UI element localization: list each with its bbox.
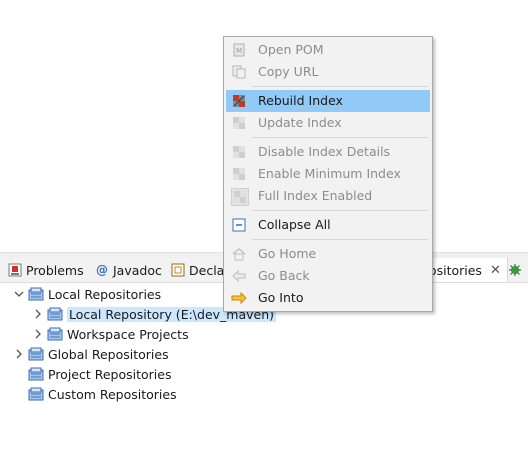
- tab-label: Problems: [26, 262, 84, 278]
- minimum-index-icon: [231, 166, 247, 182]
- collapse-all-icon: [231, 217, 247, 233]
- menu-item-copy-url[interactable]: Copy URL: [226, 61, 430, 83]
- at-icon: @: [96, 263, 108, 277]
- repository-icon: [28, 287, 44, 301]
- menu-item-go-back[interactable]: Go Back: [226, 265, 430, 287]
- repository-icon: [28, 387, 44, 401]
- tree-label: Workspace Projects: [67, 326, 189, 342]
- menu-item-label: Enable Minimum Index: [258, 166, 401, 181]
- repository-icon: [28, 367, 44, 381]
- tab-problems[interactable]: Problems: [8, 258, 84, 282]
- menu-item-update-index[interactable]: Update Index: [226, 112, 430, 134]
- menu-item-full-index-enabled[interactable]: Full Index Enabled: [226, 185, 430, 207]
- menu-item-go-into[interactable]: Go Into: [226, 287, 430, 309]
- menu-item-enable-minimum-index[interactable]: Enable Minimum Index: [226, 163, 430, 185]
- tree-row-workspace-projects[interactable]: Workspace Projects: [31, 324, 189, 344]
- update-index-icon: [231, 115, 247, 131]
- menu-item-collapse-all[interactable]: Collapse All: [226, 214, 430, 236]
- tab-label: Javadoc: [113, 262, 162, 278]
- tree-label: Global Repositories: [48, 346, 169, 362]
- menu-separator: [252, 137, 428, 138]
- menu-item-disable-index-details[interactable]: Disable Index Details: [226, 141, 430, 163]
- repository-icon: [47, 307, 63, 321]
- chevron-right-icon[interactable]: [12, 347, 26, 361]
- menu-item-label: Go Back: [258, 268, 310, 283]
- menu-item-label: Open POM: [258, 42, 324, 57]
- context-menu: M Open POM Copy URL Rebuild Index Update…: [223, 36, 433, 312]
- menu-separator: [252, 86, 428, 87]
- problems-icon: [8, 263, 22, 277]
- tree-label: Project Repositories: [48, 366, 172, 382]
- menu-item-open-pom[interactable]: M Open POM: [226, 39, 430, 61]
- go-into-arrow-icon: [231, 290, 247, 306]
- copy-icon: [231, 64, 247, 80]
- tree-label: Local Repositories: [48, 286, 162, 302]
- tree-row-project-repositories[interactable]: Project Repositories: [26, 364, 172, 384]
- menu-item-label: Disable Index Details: [258, 144, 391, 159]
- tab-debug[interactable]: [508, 258, 522, 282]
- home-icon: [231, 246, 247, 262]
- chevron-down-icon[interactable]: [12, 287, 26, 301]
- document-icon: M: [231, 42, 247, 58]
- tab-javadoc[interactable]: @ Javadoc: [95, 258, 162, 282]
- menu-item-label: Full Index Enabled: [258, 188, 373, 203]
- repository-icon: [28, 347, 44, 361]
- back-arrow-icon: [231, 268, 247, 284]
- menu-item-rebuild-index[interactable]: Rebuild Index: [226, 90, 430, 112]
- menu-item-label: Collapse All: [258, 217, 331, 232]
- menu-separator: [252, 239, 428, 240]
- close-icon[interactable]: ✕: [490, 263, 501, 278]
- bug-icon: [508, 263, 522, 277]
- menu-item-label: Go Into: [258, 290, 304, 305]
- tree-row-custom-repositories[interactable]: Custom Repositories: [26, 384, 177, 404]
- chevron-right-icon[interactable]: [31, 307, 45, 321]
- menu-item-label: Rebuild Index: [258, 93, 343, 108]
- tree-row-local-repositories[interactable]: Local Repositories: [12, 284, 161, 304]
- menu-item-label: Update Index: [258, 115, 342, 130]
- repository-icon: [47, 327, 63, 341]
- tab-label: Decla: [189, 262, 225, 278]
- menu-item-go-home[interactable]: Go Home: [226, 243, 430, 265]
- rebuild-index-icon: [231, 93, 247, 109]
- tree-row-global-repositories[interactable]: Global Repositories: [12, 344, 169, 364]
- menu-item-label: Copy URL: [258, 64, 319, 79]
- disable-index-icon: [231, 144, 247, 160]
- full-index-icon: [231, 188, 249, 206]
- chevron-right-icon[interactable]: [31, 327, 45, 341]
- menu-separator: [252, 210, 428, 211]
- svg-text:M: M: [236, 47, 242, 55]
- tree-label: Custom Repositories: [48, 386, 177, 402]
- menu-item-label: Go Home: [258, 246, 317, 261]
- tab-declaration[interactable]: Decla: [171, 258, 224, 282]
- declaration-icon: [171, 263, 185, 277]
